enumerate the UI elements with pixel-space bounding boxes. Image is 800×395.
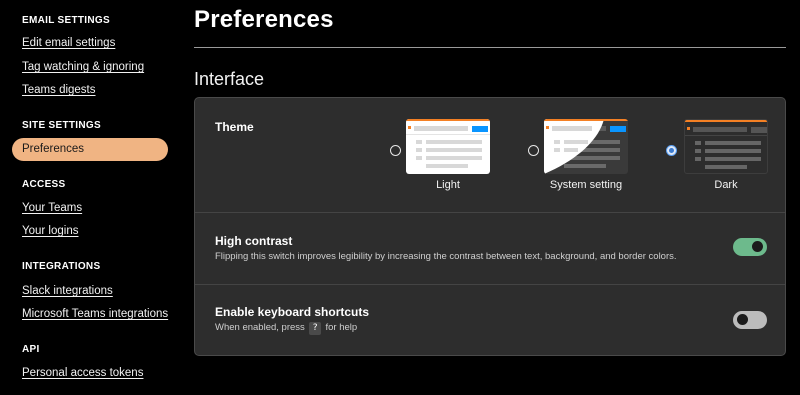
interface-settings-panel: Theme Light System setting Dark High con… bbox=[194, 97, 786, 356]
theme-option-system-label: System setting bbox=[549, 179, 623, 191]
keyboard-shortcuts-toggle[interactable] bbox=[733, 311, 767, 329]
email-settings-heading: EMAIL SETTINGS bbox=[22, 15, 110, 26]
system-theme-preview-icon bbox=[544, 119, 628, 174]
settings-sidebar: EMAIL SETTINGS Edit email settings Tag w… bbox=[0, 0, 176, 395]
row-divider bbox=[195, 212, 785, 213]
sidebar-item-personal-access-tokens[interactable]: Personal access tokens bbox=[22, 367, 143, 379]
site-settings-heading: SITE SETTINGS bbox=[22, 120, 101, 131]
sidebar-item-tag-watching[interactable]: Tag watching & ignoring bbox=[22, 61, 144, 73]
section-title: Interface bbox=[194, 69, 265, 89]
sidebar-item-teams-digests[interactable]: Teams digests bbox=[22, 84, 96, 96]
title-divider bbox=[194, 47, 786, 48]
keyboard-shortcuts-description: When enabled, press ? for help bbox=[215, 322, 357, 335]
help-key-badge: ? bbox=[309, 322, 321, 335]
keyboard-shortcuts-label: Enable keyboard shortcuts bbox=[215, 305, 370, 319]
sidebar-item-your-logins[interactable]: Your logins bbox=[22, 225, 78, 237]
theme-radio-system[interactable] bbox=[528, 145, 539, 156]
sidebar-item-edit-email-settings[interactable]: Edit email settings bbox=[22, 37, 115, 49]
dark-theme-preview-icon bbox=[685, 120, 767, 169]
theme-preview-light[interactable] bbox=[406, 119, 490, 174]
theme-option-light-label: Light bbox=[436, 179, 460, 191]
theme-preview-system[interactable] bbox=[544, 119, 628, 174]
high-contrast-toggle[interactable] bbox=[733, 238, 767, 256]
theme-preview-dark[interactable] bbox=[684, 119, 768, 174]
keyboard-shortcuts-description-suffix: for help bbox=[325, 322, 358, 333]
toggle-knob bbox=[737, 314, 748, 325]
theme-radio-light[interactable] bbox=[390, 145, 401, 156]
high-contrast-label: High contrast bbox=[215, 234, 293, 248]
row-divider bbox=[195, 284, 785, 285]
sidebar-item-slack-integrations[interactable]: Slack integrations bbox=[22, 285, 113, 297]
integrations-heading: INTEGRATIONS bbox=[22, 261, 101, 272]
keyboard-shortcuts-description-text: When enabled, press bbox=[215, 322, 305, 333]
page-title: Preferences bbox=[194, 6, 334, 33]
theme-option-dark-label: Dark bbox=[714, 179, 738, 191]
sidebar-item-your-teams[interactable]: Your Teams bbox=[22, 202, 82, 214]
sidebar-item-preferences[interactable]: Preferences bbox=[12, 138, 168, 161]
api-heading: API bbox=[22, 344, 40, 355]
high-contrast-description: Flipping this switch improves legibility… bbox=[215, 251, 677, 262]
access-heading: ACCESS bbox=[22, 179, 66, 190]
sidebar-item-microsoft-teams-integrations[interactable]: Microsoft Teams integrations bbox=[22, 308, 168, 320]
theme-radio-dark[interactable] bbox=[666, 145, 677, 156]
toggle-knob bbox=[752, 241, 763, 252]
light-theme-preview-icon bbox=[406, 119, 490, 168]
theme-label: Theme bbox=[215, 120, 254, 134]
